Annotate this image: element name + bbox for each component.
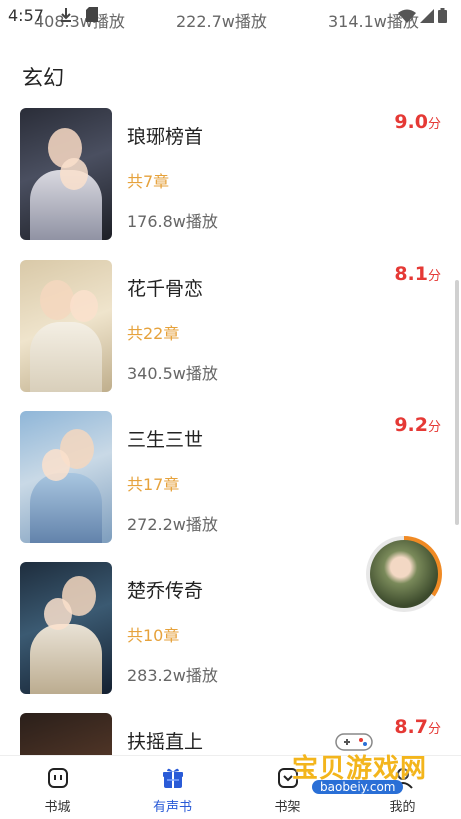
chapter-count: 共22章	[127, 324, 180, 343]
floating-player-button[interactable]	[366, 536, 442, 612]
book-title[interactable]: 琅琊榜首	[127, 122, 203, 149]
now-playing-cover	[370, 540, 438, 608]
watermark-url: baobeiy.com	[312, 780, 404, 794]
book-title[interactable]: 三生三世	[127, 425, 203, 452]
bookstore-icon	[48, 768, 68, 788]
scrollbar[interactable]	[455, 280, 459, 525]
gift-box-icon	[163, 768, 183, 788]
book-cover[interactable]	[20, 411, 112, 543]
rating: 9.2分	[394, 414, 441, 436]
watermark: 宝贝游戏网 baobeiy.com	[280, 728, 440, 800]
rating-unit: 分	[427, 117, 441, 132]
play-count: 283.2w播放	[127, 666, 218, 685]
status-bar: 4:57	[0, 0, 461, 38]
sd-card-icon	[86, 7, 98, 22]
play-count: 340.5w播放	[127, 364, 218, 383]
book-title[interactable]: 花千骨恋	[127, 274, 203, 301]
tab-label: 有声书	[152, 800, 192, 815]
rating: 9.0分	[394, 111, 441, 133]
chapter-count: 共10章	[127, 626, 180, 645]
list-item[interactable]: 琅琊榜首 共7章 176.8w播放 9.0分	[0, 108, 461, 242]
book-cover[interactable]	[20, 562, 112, 694]
rating: 8.1分	[394, 263, 441, 285]
status-icons	[398, 8, 447, 23]
section-title: 玄幻	[22, 66, 64, 90]
battery-icon	[438, 8, 447, 23]
book-cover[interactable]	[20, 260, 112, 392]
signal-icon	[420, 8, 434, 23]
tab-bookstore[interactable]: 书城	[0, 756, 115, 819]
wifi-icon	[398, 9, 416, 23]
book-cover[interactable]	[20, 713, 112, 755]
list-item[interactable]: 三生三世 共17章 272.2w播放 9.2分	[0, 411, 461, 545]
play-count: 176.8w播放	[127, 212, 218, 231]
tab-audiobooks[interactable]: 有声书	[115, 756, 230, 819]
book-cover[interactable]	[20, 108, 112, 240]
rating-value: 9.2	[394, 414, 428, 436]
status-time: 4:57	[8, 6, 44, 25]
tab-label: 书城	[44, 800, 71, 815]
rating-value: 9.0	[394, 111, 428, 133]
rating-unit: 分	[427, 269, 441, 284]
rating-unit: 分	[427, 420, 441, 435]
chapter-count: 共7章	[127, 172, 170, 191]
book-title[interactable]: 楚乔传奇	[127, 576, 203, 603]
chapter-count: 共17章	[127, 475, 180, 494]
book-title[interactable]: 扶摇直上	[127, 727, 203, 754]
play-count: 272.2w播放	[127, 515, 218, 534]
rating-value: 8.1	[394, 263, 428, 285]
download-icon	[61, 8, 71, 22]
list-item[interactable]: 花千骨恋 共22章 340.5w播放 8.1分	[0, 260, 461, 394]
